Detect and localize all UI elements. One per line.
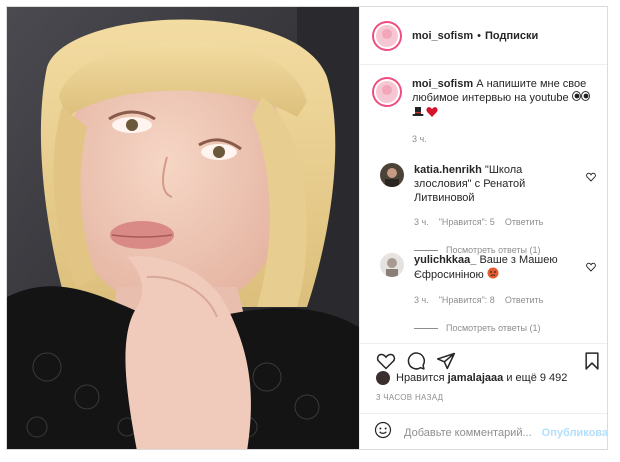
commenter-username[interactable]: yulichkkaa_ <box>414 254 476 266</box>
caption-username[interactable]: moi_sofism <box>412 78 473 90</box>
caption-avatar[interactable] <box>372 77 402 107</box>
like-comment-heart-icon[interactable] <box>586 259 596 277</box>
replies-divider <box>414 327 438 329</box>
likes-count[interactable]: и ещё 9 492 <box>506 372 567 384</box>
emoji-smiley-icon[interactable] <box>374 421 392 444</box>
reply-button[interactable]: Ответить <box>505 215 543 229</box>
portrait-illustration <box>7 7 359 449</box>
view-replies-button[interactable]: Посмотреть ответы (1) <box>414 321 574 335</box>
pouting-emoji-icon <box>487 267 499 283</box>
share-paperplane-icon[interactable] <box>436 351 456 371</box>
comment-item: katia.henrikh "Школа злословия" с Ренато… <box>380 163 604 257</box>
tophat-emoji-icon <box>412 106 424 122</box>
publish-button[interactable]: Опубликовать <box>542 427 607 439</box>
likes-summary[interactable]: Нравится jamalajaaa и ещё 9 492 <box>376 371 567 385</box>
comment-likes-count[interactable]: "Нравится": 5 <box>439 215 495 229</box>
comment-input[interactable]: Добавьте комментарий... <box>404 427 532 439</box>
author-username[interactable]: moi_sofism <box>412 30 473 42</box>
author-avatar[interactable] <box>372 20 402 51</box>
comment-bubble-icon[interactable] <box>406 351 426 371</box>
commenter-avatar[interactable] <box>380 253 404 277</box>
post-sidebar: moi_sofism • Подписки moi_sofism А напиш… <box>359 7 607 449</box>
post-caption: moi_sofism А напишите мне свое любимое и… <box>372 77 600 146</box>
liker-avatar <box>376 371 390 385</box>
eyes-emoji-icon <box>571 91 590 105</box>
comment-likes-count[interactable]: "Нравится": 8 <box>439 293 495 307</box>
save-bookmark-icon[interactable] <box>582 351 602 371</box>
post-timestamp: 3 ЧАСОВ НАЗАД <box>376 393 444 402</box>
heart-emoji-icon <box>426 106 438 122</box>
comment-time: 3 ч. <box>414 217 429 227</box>
post-frame: moi_sofism • Подписки moi_sofism А напиш… <box>6 6 608 450</box>
header-separator: • <box>477 29 481 42</box>
caption-time: 3 ч. <box>412 134 427 145</box>
comment-item: yulichkkaa_ Ваше з Машею Єфросиніною 3 ч… <box>380 253 604 335</box>
like-comment-heart-icon[interactable] <box>586 169 596 187</box>
add-comment-bar: Добавьте комментарий... Опубликовать <box>360 413 607 449</box>
post-photo[interactable] <box>7 7 359 449</box>
liker-username[interactable]: jamalajaaa <box>448 372 504 384</box>
post-actions-bar <box>360 343 607 373</box>
like-heart-icon[interactable] <box>376 351 396 371</box>
replies-divider <box>414 249 438 251</box>
commenter-avatar[interactable] <box>380 163 404 187</box>
view-replies-label: Посмотреть ответы (1) <box>446 323 541 333</box>
likes-prefix: Нравится <box>396 372 445 384</box>
commenter-username[interactable]: katia.henrikh <box>414 164 482 176</box>
following-button[interactable]: Подписки <box>485 30 538 42</box>
reply-button[interactable]: Ответить <box>505 293 543 307</box>
post-header: moi_sofism • Подписки <box>360 7 607 65</box>
comment-time: 3 ч. <box>414 295 429 305</box>
